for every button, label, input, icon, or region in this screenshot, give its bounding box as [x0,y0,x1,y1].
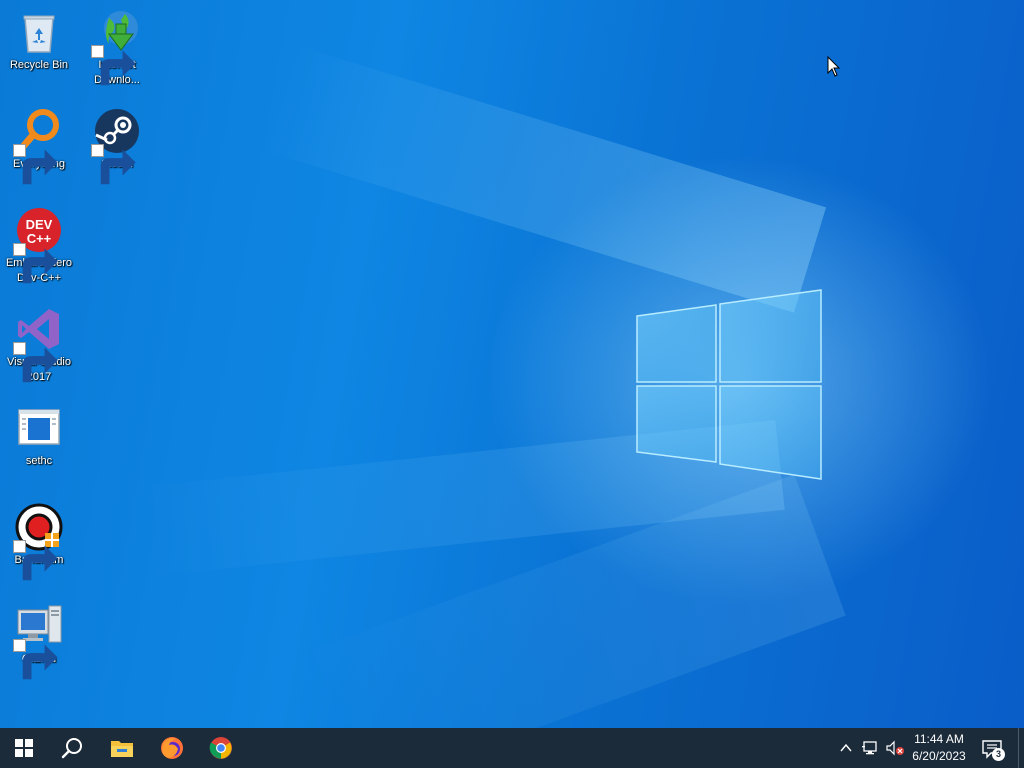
internet-download-manager-icon [91,8,141,86]
taskbar-clock[interactable]: 11:44 AM 6/20/2023 [906,731,972,765]
clock-time: 11:44 AM [914,732,964,746]
notification-count-badge: 3 [992,748,1005,761]
shortcut-arrow-icon [91,144,136,185]
qtemu-icon [13,602,63,680]
clock-date: 6/20/2023 [912,749,966,763]
taskbar-file-explorer[interactable] [98,728,146,768]
bandicam-icon [13,503,63,581]
desktop-icon-everything[interactable]: Everything [0,103,78,195]
mouse-cursor-icon [827,56,841,77]
desktop-icon-qtemu[interactable]: QtEmu [0,598,78,690]
recycle-bin-icon [15,8,63,56]
firefox-icon [161,737,183,759]
desktop[interactable]: Recycle Bin Internet Downlo... Everythin… [0,0,1024,728]
everything-search-icon [13,107,63,185]
desktop-icon-label: Recycle Bin [9,59,69,71]
start-button[interactable] [0,728,48,768]
volume-muted-icon[interactable] [885,740,905,756]
desktop-icon-visual-studio[interactable]: Visual Studio 2017 [0,301,78,393]
sethc-app-icon [15,404,63,452]
desktop-icon-bandicam[interactable]: Bandicam [0,499,78,591]
desktop-icon-recycle-bin[interactable]: Recycle Bin [0,4,78,96]
shortcut-arrow-icon [13,243,58,284]
desktop-icon-steam[interactable]: Steam [78,103,156,195]
shortcut-arrow-icon [13,540,58,581]
taskbar-firefox[interactable] [148,728,196,768]
wallpaper-light-beam [258,43,827,313]
taskbar-chrome[interactable] [197,728,245,768]
chevron-up-icon[interactable] [838,740,854,756]
dev-cpp-icon: DEV C++ [13,206,63,284]
taskbar: 11:44 AM 6/20/2023 3 [0,728,1024,768]
desktop-icon-dev-cpp[interactable]: DEV C++ Embarcadero Dev-C++ [0,202,78,294]
windows-start-icon [15,739,33,757]
shortcut-arrow-icon [13,144,58,185]
steam-icon [91,107,141,185]
desktop-icon-sethc[interactable]: sethc [0,400,78,492]
dev-cpp-icon-text: DEV [26,217,53,232]
chrome-icon [209,737,232,759]
shortcut-arrow-icon [13,342,58,383]
file-explorer-icon [111,741,133,757]
shortcut-arrow-icon [91,45,136,86]
visual-studio-icon [13,305,63,383]
search-button[interactable] [48,728,96,768]
search-icon [61,738,82,759]
desktop-icon-label: sethc [25,455,53,467]
desktop-icon-internet-download-manager[interactable]: Internet Downlo... [78,4,156,96]
show-desktop-button[interactable] [1018,728,1024,768]
windows-logo-wallpaper [636,289,822,480]
shortcut-arrow-icon [13,639,58,680]
network-icon[interactable] [862,740,880,756]
